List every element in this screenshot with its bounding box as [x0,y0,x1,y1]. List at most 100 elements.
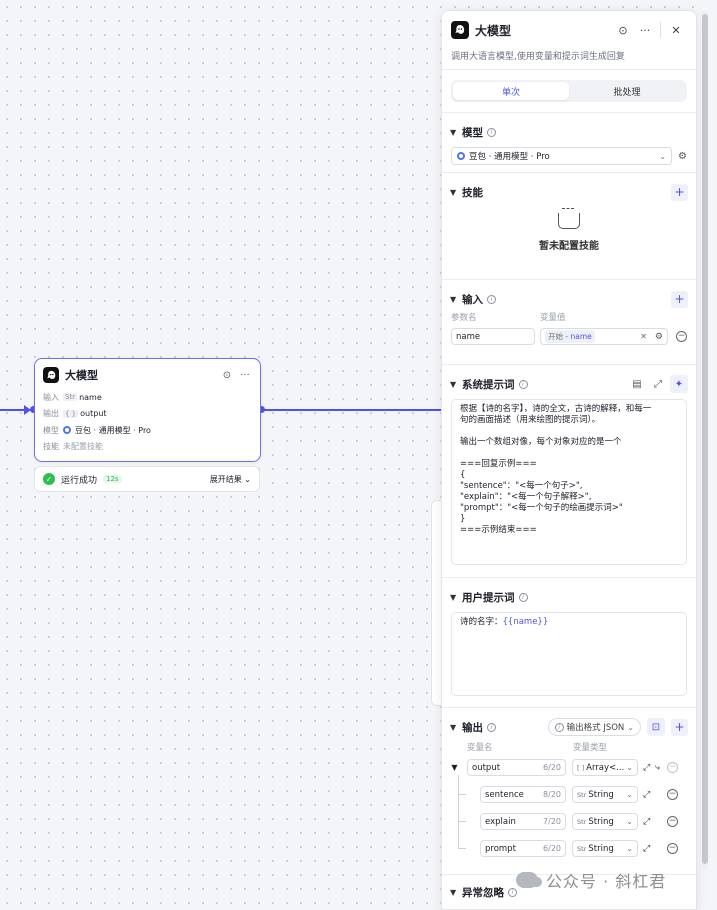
clear-icon[interactable]: ✕ [640,332,647,341]
info-icon[interactable]: i [487,722,496,732]
run-mode-tabs: 单次 批处理 [451,80,687,102]
chevron-down-icon: ⌄ [627,722,634,732]
chevron-down-icon: ⌄ [659,151,667,161]
edge-outgoing [262,409,442,411]
divider [442,69,696,70]
tree-line [458,794,466,822]
prompt-library-icon[interactable]: ▤ [628,375,646,393]
output-field-row: prompt 6/20 Str String ⌄ ⤢ − [442,821,696,862]
type-tag: { } [63,409,79,418]
llm-logo-icon [451,21,469,39]
system-prompt-editor[interactable]: 根据【诗的名字】，诗的全文，古诗的解释，和每一 句的画面描述（用来绘图的提示词）… [451,399,687,565]
more-icon[interactable]: ··· [634,19,656,41]
node-row-input: 输入 Str name [43,392,102,402]
doubao-icon [63,426,71,435]
import-icon[interactable]: ⊡ [647,718,665,736]
watermark: 公众号 · 斜杠君 [516,868,666,892]
llm-node-card[interactable]: 大模型 ⊙ ··· 输入 Str name 输出 { } output 模型 豆… [34,358,261,462]
expand-icon[interactable]: ⤢ [643,844,655,854]
panel-description: 调用大语言模型,使用变量和提示词生成回复 [451,52,625,62]
expand-icon[interactable]: ⤢ [643,790,655,800]
info-icon[interactable]: i [487,127,496,137]
remove-input-icon[interactable]: − [676,331,687,342]
string-type-icon: Str [577,817,587,826]
doubao-icon [457,152,465,160]
tab-batch[interactable]: 批处理 [569,82,685,100]
gear-icon[interactable]: ⚙ [678,151,687,162]
output-section: ▼ 输出 i i 输出格式 JSON ⌄ ⊡ + 变量名 变量类型 ▼ output… [442,708,696,874]
chevron-down-icon: ⌄ [626,763,633,772]
output-field-row: ▼ output 6/20 [ ] Array<... ⌄ ⤢ ⤷ − [442,754,696,781]
caret-down-icon[interactable]: ▼ [450,593,462,602]
field-name-input[interactable]: sentence 8/20 [480,786,566,803]
field-type-select[interactable]: [ ] Array<... ⌄ [572,759,638,776]
close-icon[interactable]: ✕ [665,19,687,41]
input-section: ▼ 输入 i + 参数名 变量值 name 开始 - name ✕ ⚙ − [442,280,696,364]
panel-title: 大模型 [475,23,512,38]
expand-icon[interactable]: ⤢ [643,763,655,773]
chevron-down-icon: ⌄ [626,817,633,826]
run-time-badge: 12s [103,475,122,483]
col-var-name: 变量名 [467,743,493,753]
add-skill-button[interactable]: + [671,183,688,201]
output-field-row: sentence 8/20 Str String ⌄ ⤢ − [442,775,696,808]
output-format-select[interactable]: i 输出格式 JSON ⌄ [547,718,641,736]
caret-down-icon[interactable]: ▼ [450,295,462,304]
field-name-input[interactable]: prompt 6/20 [480,840,566,857]
llm-logo-icon [43,367,59,383]
gear-icon[interactable]: ⚙ [655,332,663,342]
node-settings-panel: 大模型 ⊙ ··· ✕ 调用大语言模型,使用变量和提示词生成回复 单次 批处理 … [441,10,697,910]
magic-wand-icon[interactable]: ✦ [670,375,688,393]
remove-field-icon[interactable]: − [667,789,678,800]
collapse-caret-icon[interactable]: ▼ [442,763,467,772]
node-row-skill: 技能 未配置技能 [43,442,103,452]
user-prompt-section: ▼ 用户提示词 i 诗的名字：{{name}} [442,578,696,707]
caret-down-icon[interactable]: ▼ [450,380,462,389]
add-output-button[interactable]: + [671,718,688,736]
col-var-value: 变量值 [540,313,566,323]
field-type-select[interactable]: Str String ⌄ [572,813,638,830]
type-tag: Str [63,393,78,402]
param-name-input[interactable]: name [451,328,535,345]
info-icon: i [554,722,564,732]
model-section: ▼ 模型 i 豆包 · 通用模型 · Pro ⌄ ⚙ [442,113,696,172]
more-icon[interactable]: ··· [238,370,252,381]
scrollbar-thumb[interactable] [702,14,708,864]
info-icon[interactable]: i [518,592,528,602]
node-title: 大模型 [65,369,98,382]
field-name-input[interactable]: output 6/20 [467,759,566,776]
variable-token: {{name}} [502,617,549,627]
play-icon[interactable]: ⊙ [220,370,234,381]
add-input-button[interactable]: + [671,290,688,308]
wechat-logo-icon [516,872,542,888]
tab-single[interactable]: 单次 [453,82,569,100]
add-child-icon[interactable]: ⤷ [655,763,667,773]
model-select[interactable]: 豆包 · 通用模型 · Pro ⌄ [451,147,673,165]
empty-skill-text: 暂未配置技能 [539,241,599,252]
field-type-select[interactable]: Str String ⌄ [572,786,638,803]
var-chip: 开始 - name [545,330,595,343]
var-reference-input[interactable]: 开始 - name ✕ ⚙ [540,328,668,345]
user-prompt-editor[interactable]: 诗的名字：{{name}} [451,612,687,696]
check-circle-icon: ✓ [43,473,55,485]
system-prompt-section: ▼ 系统提示词 i ▤ ⤢ ✦ 根据【诗的名字】，诗的全文，古诗的解释，和每一 … [442,365,696,577]
remove-field-icon[interactable]: − [667,762,678,773]
info-icon[interactable]: i [518,379,528,389]
array-type-icon: [ ] [577,763,585,772]
play-icon[interactable]: ⊙ [612,19,634,41]
caret-down-icon[interactable]: ▼ [450,128,462,137]
caret-down-icon[interactable]: ▼ [450,723,462,732]
remove-field-icon[interactable]: − [667,843,678,854]
tree-line [458,821,466,849]
field-name-input[interactable]: explain 7/20 [480,813,566,830]
expand-icon[interactable]: ⤢ [649,375,667,393]
info-icon[interactable]: i [487,294,496,304]
caret-down-icon[interactable]: ▼ [450,188,462,197]
caret-down-icon[interactable]: ▼ [450,888,462,897]
node-row-model: 模型 豆包 · 通用模型 · Pro [43,425,151,435]
remove-field-icon[interactable]: − [667,816,678,827]
run-status-text: 运行成功 [61,475,98,486]
field-type-select[interactable]: Str String ⌄ [572,840,638,857]
expand-icon[interactable]: ⤢ [643,817,655,827]
expand-result-button[interactable]: 展开结果 ⌄ [210,474,251,485]
